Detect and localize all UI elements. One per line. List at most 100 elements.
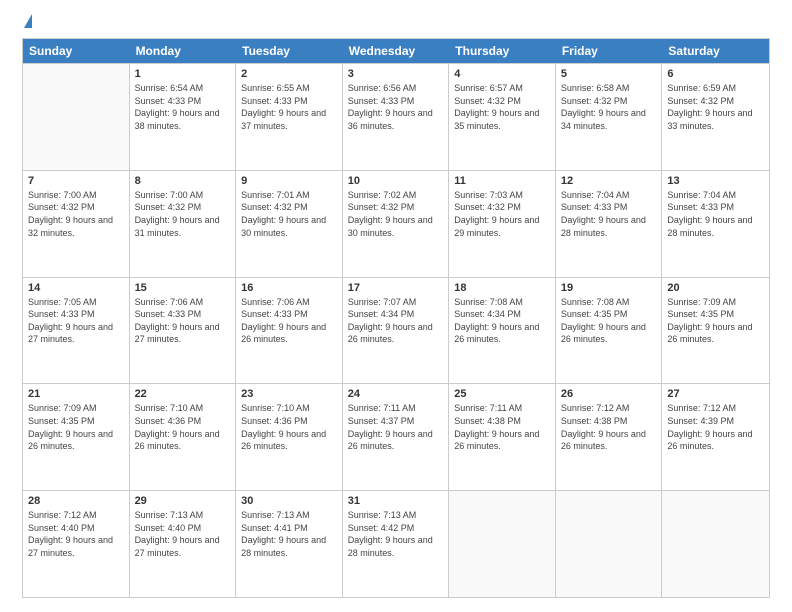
day-number: 28 xyxy=(28,495,124,507)
day-number: 10 xyxy=(348,175,444,187)
day-info: Sunrise: 7:13 AMSunset: 4:42 PMDaylight:… xyxy=(348,509,444,559)
day-number: 22 xyxy=(135,388,231,400)
day-number: 26 xyxy=(561,388,657,400)
day-cell: 15 Sunrise: 7:06 AMSunset: 4:33 PMDayligh… xyxy=(130,278,237,384)
day-number: 2 xyxy=(241,68,337,80)
week-row-3: 14Sunrise: 7:05 AMSunset: 4:33 PMDayligh… xyxy=(23,277,769,384)
day-number: 16 xyxy=(241,282,337,294)
day-number: 5 xyxy=(561,68,657,80)
day-cell: 21Sunrise: 7:09 AMSunset: 4:35 PMDayligh… xyxy=(23,384,130,490)
day-number: 20 xyxy=(667,282,764,294)
day-number: 31 xyxy=(348,495,444,507)
day-cell: 20 Sunrise: 7:09 AMSunset: 4:35 PMDayligh… xyxy=(662,278,769,384)
day-cell: 31 Sunrise: 7:13 AMSunset: 4:42 PMDayligh… xyxy=(343,491,450,597)
day-info: Sunrise: 6:58 AMSunset: 4:32 PMDaylight:… xyxy=(561,82,657,132)
day-cell: 10 Sunrise: 7:02 AMSunset: 4:32 PMDayligh… xyxy=(343,171,450,277)
header xyxy=(22,18,770,28)
day-cell: 26 Sunrise: 7:12 AMSunset: 4:38 PMDayligh… xyxy=(556,384,663,490)
day-number: 30 xyxy=(241,495,337,507)
day-number: 15 xyxy=(135,282,231,294)
day-number: 13 xyxy=(667,175,764,187)
day-cell: 28Sunrise: 7:12 AMSunset: 4:40 PMDayligh… xyxy=(23,491,130,597)
day-cell: 29 Sunrise: 7:13 AMSunset: 4:40 PMDayligh… xyxy=(130,491,237,597)
page: SundayMondayTuesdayWednesdayThursdayFrid… xyxy=(0,0,792,612)
day-info: Sunrise: 7:12 AMSunset: 4:39 PMDaylight:… xyxy=(667,402,764,452)
day-info: Sunrise: 7:03 AMSunset: 4:32 PMDaylight:… xyxy=(454,189,550,239)
day-info: Sunrise: 6:54 AMSunset: 4:33 PMDaylight:… xyxy=(135,82,231,132)
day-info: Sunrise: 7:04 AMSunset: 4:33 PMDaylight:… xyxy=(667,189,764,239)
day-info: Sunrise: 7:04 AMSunset: 4:33 PMDaylight:… xyxy=(561,189,657,239)
day-number: 3 xyxy=(348,68,444,80)
day-cell: 1 Sunrise: 6:54 AMSunset: 4:33 PMDaylight… xyxy=(130,64,237,170)
day-info: Sunrise: 7:13 AMSunset: 4:41 PMDaylight:… xyxy=(241,509,337,559)
day-info: Sunrise: 7:12 AMSunset: 4:38 PMDaylight:… xyxy=(561,402,657,452)
day-cell: 17 Sunrise: 7:07 AMSunset: 4:34 PMDayligh… xyxy=(343,278,450,384)
calendar-body: 1 Sunrise: 6:54 AMSunset: 4:33 PMDaylight… xyxy=(23,63,769,597)
header-day-friday: Friday xyxy=(556,39,663,63)
day-cell: 9 Sunrise: 7:01 AMSunset: 4:32 PMDaylight… xyxy=(236,171,343,277)
day-number: 1 xyxy=(135,68,231,80)
day-info: Sunrise: 7:13 AMSunset: 4:40 PMDaylight:… xyxy=(135,509,231,559)
day-cell: 18Sunrise: 7:08 AMSunset: 4:34 PMDayligh… xyxy=(449,278,556,384)
day-cell: 19 Sunrise: 7:08 AMSunset: 4:35 PMDayligh… xyxy=(556,278,663,384)
calendar: SundayMondayTuesdayWednesdayThursdayFrid… xyxy=(22,38,770,598)
day-number: 14 xyxy=(28,282,124,294)
day-cell: 23 Sunrise: 7:10 AMSunset: 4:36 PMDayligh… xyxy=(236,384,343,490)
day-cell: 2 Sunrise: 6:55 AMSunset: 4:33 PMDaylight… xyxy=(236,64,343,170)
day-info: Sunrise: 7:10 AMSunset: 4:36 PMDaylight:… xyxy=(241,402,337,452)
day-cell: 22 Sunrise: 7:10 AMSunset: 4:36 PMDayligh… xyxy=(130,384,237,490)
day-info: Sunrise: 7:00 AMSunset: 4:32 PMDaylight:… xyxy=(135,189,231,239)
day-cell: 5 Sunrise: 6:58 AMSunset: 4:32 PMDaylight… xyxy=(556,64,663,170)
day-cell: 7 Sunrise: 7:00 AMSunset: 4:32 PMDaylight… xyxy=(23,171,130,277)
day-info: Sunrise: 6:56 AMSunset: 4:33 PMDaylight:… xyxy=(348,82,444,132)
day-cell: 30 Sunrise: 7:13 AMSunset: 4:41 PMDayligh… xyxy=(236,491,343,597)
day-info: Sunrise: 7:08 AMSunset: 4:35 PMDaylight:… xyxy=(561,296,657,346)
day-cell: 8 Sunrise: 7:00 AMSunset: 4:32 PMDaylight… xyxy=(130,171,237,277)
calendar-header: SundayMondayTuesdayWednesdayThursdayFrid… xyxy=(23,39,769,63)
day-info: Sunrise: 7:08 AMSunset: 4:34 PMDaylight:… xyxy=(454,296,550,346)
day-info: Sunrise: 7:10 AMSunset: 4:36 PMDaylight:… xyxy=(135,402,231,452)
day-info: Sunrise: 7:11 AMSunset: 4:38 PMDaylight:… xyxy=(454,402,550,452)
day-cell: 27Sunrise: 7:12 AMSunset: 4:39 PMDayligh… xyxy=(662,384,769,490)
day-cell xyxy=(662,491,769,597)
day-number: 8 xyxy=(135,175,231,187)
day-info: Sunrise: 7:06 AMSunset: 4:33 PMDaylight:… xyxy=(241,296,337,346)
day-number: 25 xyxy=(454,388,550,400)
day-number: 17 xyxy=(348,282,444,294)
day-info: Sunrise: 6:59 AMSunset: 4:32 PMDaylight:… xyxy=(667,82,764,132)
week-row-4: 21Sunrise: 7:09 AMSunset: 4:35 PMDayligh… xyxy=(23,383,769,490)
day-info: Sunrise: 7:07 AMSunset: 4:34 PMDaylight:… xyxy=(348,296,444,346)
day-number: 12 xyxy=(561,175,657,187)
day-number: 6 xyxy=(667,68,764,80)
day-number: 4 xyxy=(454,68,550,80)
day-number: 23 xyxy=(241,388,337,400)
day-info: Sunrise: 6:55 AMSunset: 4:33 PMDaylight:… xyxy=(241,82,337,132)
week-row-1: 1 Sunrise: 6:54 AMSunset: 4:33 PMDaylight… xyxy=(23,63,769,170)
day-info: Sunrise: 7:01 AMSunset: 4:32 PMDaylight:… xyxy=(241,189,337,239)
day-cell: 6 Sunrise: 6:59 AMSunset: 4:32 PMDaylight… xyxy=(662,64,769,170)
day-info: Sunrise: 7:11 AMSunset: 4:37 PMDaylight:… xyxy=(348,402,444,452)
day-number: 9 xyxy=(241,175,337,187)
day-cell: 16 Sunrise: 7:06 AMSunset: 4:33 PMDayligh… xyxy=(236,278,343,384)
day-cell: 11 Sunrise: 7:03 AMSunset: 4:32 PMDayligh… xyxy=(449,171,556,277)
day-cell: 25 Sunrise: 7:11 AMSunset: 4:38 PMDayligh… xyxy=(449,384,556,490)
day-number: 24 xyxy=(348,388,444,400)
header-day-thursday: Thursday xyxy=(449,39,556,63)
day-number: 29 xyxy=(135,495,231,507)
day-cell: 12 Sunrise: 7:04 AMSunset: 4:33 PMDayligh… xyxy=(556,171,663,277)
day-number: 7 xyxy=(28,175,124,187)
day-info: Sunrise: 7:06 AMSunset: 4:33 PMDaylight:… xyxy=(135,296,231,346)
day-cell: 3 Sunrise: 6:56 AMSunset: 4:33 PMDaylight… xyxy=(343,64,450,170)
day-info: Sunrise: 6:57 AMSunset: 4:32 PMDaylight:… xyxy=(454,82,550,132)
day-cell: 4 Sunrise: 6:57 AMSunset: 4:32 PMDaylight… xyxy=(449,64,556,170)
day-number: 11 xyxy=(454,175,550,187)
day-cell: 13 Sunrise: 7:04 AMSunset: 4:33 PMDayligh… xyxy=(662,171,769,277)
day-info: Sunrise: 7:00 AMSunset: 4:32 PMDaylight:… xyxy=(28,189,124,239)
day-info: Sunrise: 7:09 AMSunset: 4:35 PMDaylight:… xyxy=(667,296,764,346)
day-number: 19 xyxy=(561,282,657,294)
header-day-wednesday: Wednesday xyxy=(343,39,450,63)
day-info: Sunrise: 7:02 AMSunset: 4:32 PMDaylight:… xyxy=(348,189,444,239)
week-row-5: 28Sunrise: 7:12 AMSunset: 4:40 PMDayligh… xyxy=(23,490,769,597)
day-cell: 14Sunrise: 7:05 AMSunset: 4:33 PMDayligh… xyxy=(23,278,130,384)
header-day-monday: Monday xyxy=(130,39,237,63)
